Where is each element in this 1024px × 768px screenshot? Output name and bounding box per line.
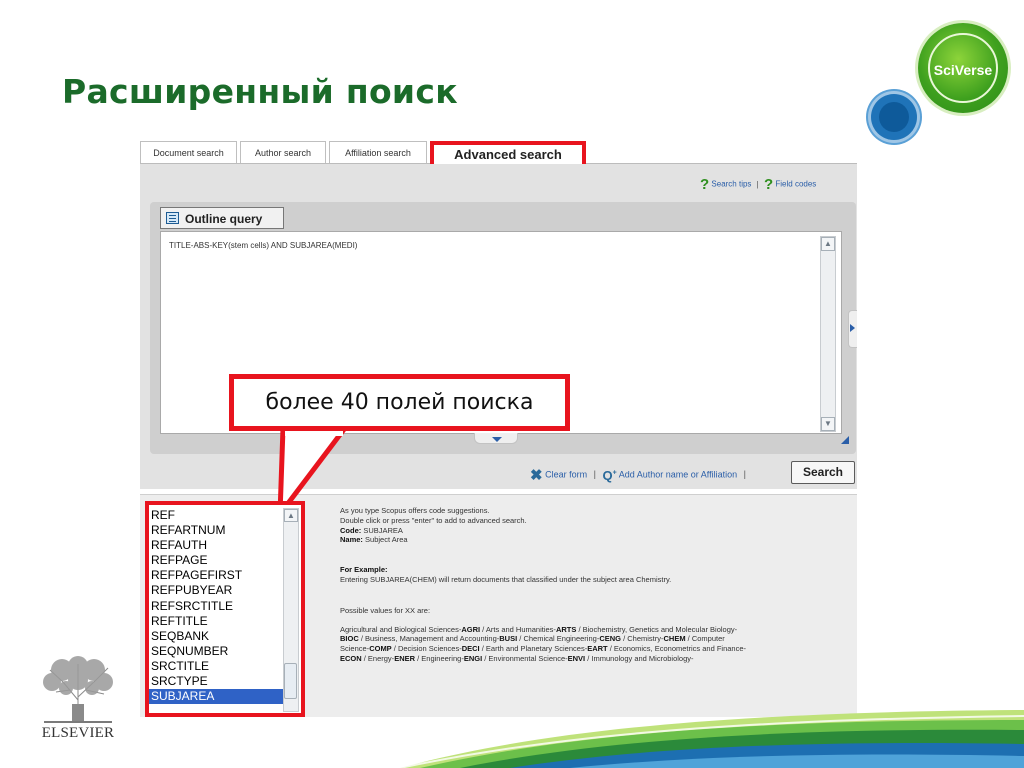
subject-name: / Energy-	[361, 653, 395, 663]
field-list-item[interactable]: REFARTNUM	[149, 523, 283, 538]
callout-box: более 40 полей поиска	[229, 374, 570, 431]
add-author-icon[interactable]: Q+	[602, 468, 616, 483]
tips-row: ? Search tips | ? Field codes	[700, 176, 816, 193]
scroll-up-icon[interactable]: ▲	[821, 237, 835, 251]
subject-code: COMP	[369, 644, 392, 654]
subject-name: / Arts and Humanities-	[480, 624, 556, 634]
subject-name: Agricultural and Biological Sciences-	[340, 624, 462, 634]
subject-code: EART	[587, 644, 608, 654]
help-code: Code: SUBJAREA	[340, 525, 403, 535]
decorative-swoosh	[400, 710, 1024, 768]
field-list-item[interactable]: REFSRCTITLE	[149, 599, 283, 614]
help-icon: ?	[700, 176, 710, 193]
field-list-item[interactable]: SRCTITLE	[149, 659, 283, 674]
field-list-item[interactable]: SUBJAREA	[149, 689, 283, 705]
field-code-list[interactable]: REF REFARTNUM REFAUTH REFPAGE REFPAGEFIRST RE…	[149, 508, 283, 705]
subject-code: AGRI	[461, 624, 481, 634]
field-list-item[interactable]: REF	[149, 508, 283, 523]
subject-name: / Environmental Science-	[482, 653, 568, 663]
field-list-item[interactable]: SRCTYPE	[149, 674, 283, 689]
subject-name: / Immunology and Microbiology-	[585, 653, 694, 663]
field-help-text: As you type Scopus offers code suggestio…	[340, 506, 750, 664]
subject-name: / Earth and Planetary Sciences-	[479, 644, 588, 654]
logo-blue-circle-inner	[879, 102, 909, 132]
subject-name: / Engineering-	[415, 653, 464, 663]
tab-document-search[interactable]: Document search	[140, 141, 237, 163]
possible-values-label: Possible values for XX are:	[340, 605, 431, 615]
chevron-right-icon	[850, 324, 855, 332]
actions-separator: |	[593, 469, 596, 480]
field-list-scroll-thumb[interactable]	[284, 663, 297, 699]
search-button[interactable]: Search	[791, 461, 855, 484]
scroll-up-icon[interactable]: ▲	[284, 509, 298, 522]
subject-code: ENGI	[463, 653, 483, 663]
subject-code: DECI	[461, 644, 480, 654]
subject-code: CHEM	[663, 634, 686, 644]
subject-code: ENVI	[567, 653, 586, 663]
sciverse-logo-text: SciVerse	[933, 62, 993, 78]
subject-name: / Decision Sciences-	[391, 644, 462, 654]
subject-name: / Economics, Econometrics and Finance-	[607, 644, 747, 654]
example-text: Entering SUBJAREA(CHEM) will return docu…	[340, 574, 672, 584]
actions-separator: |	[743, 469, 746, 480]
subject-code: ARTS	[555, 624, 577, 634]
resize-grip-icon[interactable]	[841, 436, 849, 444]
help-icon: ?	[763, 176, 774, 193]
subject-name: / Chemistry-	[620, 634, 664, 644]
field-list-item[interactable]: REFPAGE	[149, 553, 283, 568]
slide-title: Расширенный поиск	[62, 72, 458, 111]
subject-name: / Biochemistry, Genetics and Molecular B…	[576, 624, 738, 634]
elsevier-wordmark: ELSEVIER	[41, 725, 115, 741]
subject-code: ECON	[340, 653, 362, 663]
search-tips-link[interactable]: Search tips	[711, 180, 751, 189]
field-list-item[interactable]: REFPUBYEAR	[149, 583, 283, 598]
subject-name: / Chemical Engineering-	[517, 634, 600, 644]
tips-separator: |	[756, 179, 759, 189]
field-list-item[interactable]: REFTITLE	[149, 614, 283, 629]
subject-code: ENER	[394, 653, 416, 663]
scroll-down-icon[interactable]: ▼	[821, 417, 835, 431]
field-list-item[interactable]: REFAUTH	[149, 538, 283, 553]
subject-code: BUSI	[499, 634, 518, 644]
tab-affiliation-search[interactable]: Affiliation search	[329, 141, 427, 163]
field-list-item[interactable]: SEQNUMBER	[149, 644, 283, 659]
subject-name: / Business, Management and Accounting-	[358, 634, 500, 644]
outline-list-icon	[166, 212, 179, 224]
elsevier-tree-logo	[38, 652, 118, 724]
subject-code: BIOC	[340, 634, 359, 644]
query-scrollbar[interactable]	[820, 236, 836, 432]
tab-author-search[interactable]: Author search	[240, 141, 326, 163]
add-author-link[interactable]: Add Author name or Affiliation	[619, 469, 737, 479]
subject-code: CENG	[599, 634, 621, 644]
possible-values-text: Agricultural and Biological Sciences-AGR…	[340, 625, 750, 664]
example-title: For Example:	[340, 565, 388, 575]
field-list-item[interactable]: REFPAGEFIRST	[149, 568, 283, 583]
help-name: Name: Subject Area	[340, 535, 408, 545]
field-codes-link[interactable]: Field codes	[775, 180, 816, 189]
field-list-item[interactable]: SEQBANK	[149, 629, 283, 644]
